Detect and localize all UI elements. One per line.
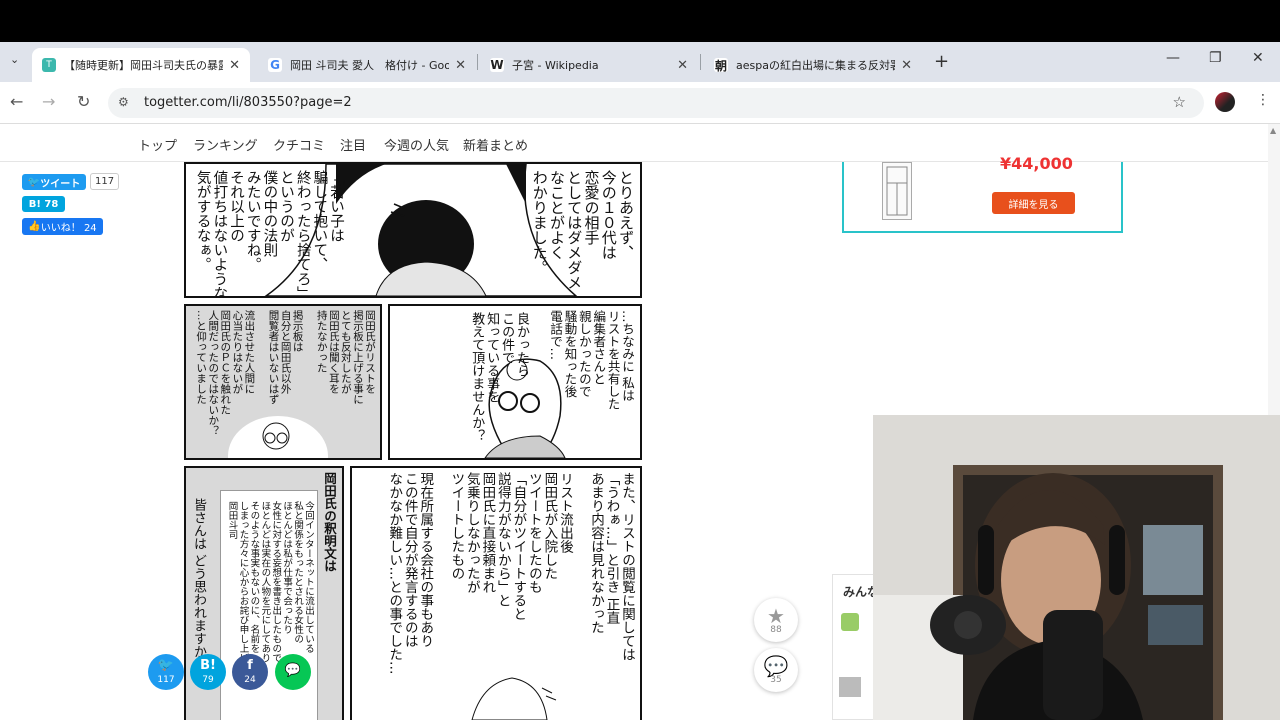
profile-avatar[interactable] — [1215, 92, 1235, 112]
minimize-icon[interactable]: — — [1166, 50, 1180, 66]
widget-avatar[interactable] — [841, 613, 859, 631]
tab-separator — [700, 54, 701, 70]
asahi-favicon-icon: 朝 — [714, 58, 728, 73]
navigation-bar: ← → ↻ ⚙ togetter.com/li/803550?page=2 ☆ — [0, 82, 1280, 124]
share-twitter-button[interactable]: 🐦 117 — [148, 654, 184, 690]
manga-image: とりあえず、 今の１０代は 恋愛の相手 としてはダメダメ なことがよく わかりま… — [182, 162, 644, 720]
manga-panel-1: とりあえず、 今の１０代は 恋愛の相手 としてはダメダメ なことがよく わかりま… — [184, 162, 642, 298]
nav-chumoku[interactable]: 注目 — [340, 135, 366, 154]
tab-title: 【随時更新】岡田斗司夫氏の暴露 — [64, 59, 224, 72]
favorite-button[interactable]: ★ 88 — [754, 598, 798, 642]
nav-top[interactable]: トップ — [138, 135, 177, 154]
facebook-like-button[interactable]: 👍 いいね！ 24 — [22, 218, 103, 235]
widget-thumbnail[interactable] — [839, 677, 861, 697]
share-hatena-button[interactable]: B! 79 — [190, 654, 226, 690]
address-bar[interactable]: ⚙ togetter.com/li/803550?page=2 ☆ — [108, 88, 1204, 118]
share-count: 79 — [202, 675, 214, 685]
scroll-up-icon[interactable]: ▲ — [1270, 126, 1276, 135]
favorite-count: 88 — [770, 625, 782, 635]
share-count: 117 — [157, 675, 175, 685]
tab-title: 子宮 - Wikipedia — [512, 59, 599, 72]
comment-button[interactable]: 💬 35 — [754, 648, 798, 692]
site-info-icon[interactable]: ⚙ — [118, 95, 129, 109]
togetter-favicon-icon: T — [42, 58, 56, 72]
url-text[interactable]: togetter.com/li/803550?page=2 — [144, 95, 352, 110]
back-icon[interactable]: ← — [10, 92, 23, 111]
close-tab-icon[interactable]: ✕ — [677, 58, 688, 73]
close-tab-icon[interactable]: ✕ — [901, 58, 912, 73]
ad-detail-button[interactable]: 詳細を見る — [992, 192, 1075, 214]
tab-title: 岡田 斗司夫 愛人 格付け - Goo — [290, 59, 450, 72]
share-count: 24 — [244, 675, 256, 685]
floorplan-image — [882, 162, 912, 220]
nav-weekly-popular[interactable]: 今週の人気 — [384, 135, 449, 154]
panel-3-caption: また、リストの閲覧に関しては 「うわぁ…」と引き 正直 あまり内容は見れなかった… — [386, 472, 635, 675]
panel-2-caption-right: …ちなみに 私は リストを共有した 編集者さんと 親しかったので 騒動を知った後… — [548, 310, 635, 410]
nav-ranking[interactable]: ランキング — [193, 135, 258, 154]
property-ad[interactable]: ¥44,000 詳細を見る — [842, 154, 1123, 233]
tab-wikipedia[interactable]: W 子宮 - Wikipedia ✕ — [480, 48, 698, 82]
tab-strip: ⌄ T 【随時更新】岡田斗司夫氏の暴露 ✕ G 岡田 斗司夫 愛人 格付け - … — [0, 42, 1280, 82]
new-tab-button[interactable]: + — [934, 51, 949, 72]
browser-menu-icon[interactable]: ⋮ — [1256, 92, 1270, 108]
line-icon: 💬 — [284, 663, 302, 678]
tweet-count: 117 — [90, 173, 120, 190]
panel-2-left-caption: 岡田氏がリストを 掲示板に上げる事に とても反対したが 岡田氏は聞く耳を 持たな… — [195, 310, 376, 436]
webcam-feed-image — [873, 415, 1280, 720]
webcam-overlay — [873, 415, 1280, 720]
tab-title: aespaの紅白出場に集まる反対署 — [736, 59, 896, 72]
nav-kuchikomi[interactable]: クチコミ — [273, 135, 325, 154]
wikipedia-favicon-icon: W — [490, 58, 504, 72]
nav-new-matome[interactable]: 新着まとめ — [463, 135, 528, 154]
site-nav: トップ ランキング クチコミ 注目 今週の人気 新着まとめ — [0, 124, 1268, 162]
restore-icon[interactable]: ❐ — [1209, 50, 1222, 66]
tab-search-icon[interactable]: ⌄ — [10, 53, 19, 66]
panel-1-caption-right: とりあえず、 今の１０代は 恋愛の相手 としてはダメダメ なことがよく わかりま… — [530, 170, 635, 290]
panel-2-speech: 良かったら この件で 知っている事を 教えて頂けませんか？ — [469, 312, 529, 442]
floorplan-icon — [886, 166, 908, 216]
reload-icon[interactable]: ↻ — [77, 92, 90, 111]
forward-icon[interactable]: → — [42, 92, 55, 111]
manga-panel-2-left: 岡田氏がリストを 掲示板に上げる事に とても反対したが 岡田氏は聞く耳を 持たな… — [184, 304, 382, 460]
google-favicon-icon: G — [268, 58, 282, 72]
thumbs-up-icon: 👍 — [28, 221, 41, 232]
twitter-icon: 🐦 — [27, 176, 41, 188]
share-facebook-button[interactable]: f 24 — [232, 654, 268, 690]
panel-1-caption-left: 「若い子は 騙して抱いて、 終わったら捨てろ」 というのが 僕の中の法則 みたい… — [194, 170, 345, 298]
comment-count: 35 — [770, 675, 782, 685]
bookmark-star-icon[interactable]: ☆ — [1173, 93, 1186, 111]
tab-google[interactable]: G 岡田 斗司夫 愛人 格付け - Goo ✕ — [258, 48, 476, 82]
close-tab-icon[interactable]: ✕ — [455, 58, 466, 73]
tweet-button[interactable]: 🐦 ツイート — [22, 174, 86, 190]
manga-panel-3-right: また、リストの閲覧に関しては 「うわぁ…」と引き 正直 あまり内容は見れなかった… — [350, 466, 642, 720]
screen-top-bar — [0, 0, 1280, 42]
tab-togetter[interactable]: T 【随時更新】岡田斗司夫氏の暴露 ✕ — [32, 48, 250, 82]
share-line-button[interactable]: 💬 — [275, 654, 311, 690]
close-tab-icon[interactable]: ✕ — [229, 58, 240, 73]
panel-3-title: 岡田氏の釈明文は — [322, 472, 337, 572]
tab-separator — [477, 54, 478, 70]
close-window-icon[interactable]: ✕ — [1252, 50, 1264, 66]
manga-panel-2-right: …ちなみに 私は リストを共有した 編集者さんと 親しかったので 騒動を知った後… — [388, 304, 642, 460]
tab-asahi[interactable]: 朝 aespaの紅白出場に集まる反対署 ✕ — [704, 48, 922, 82]
twitter-icon: 🐦 — [157, 658, 175, 673]
ad-price: ¥44,000 — [1000, 154, 1073, 173]
hatena-bookmark-button[interactable]: B! 78 — [22, 196, 65, 212]
facebook-icon: f — [247, 658, 253, 673]
hatena-icon: B! — [200, 658, 216, 673]
